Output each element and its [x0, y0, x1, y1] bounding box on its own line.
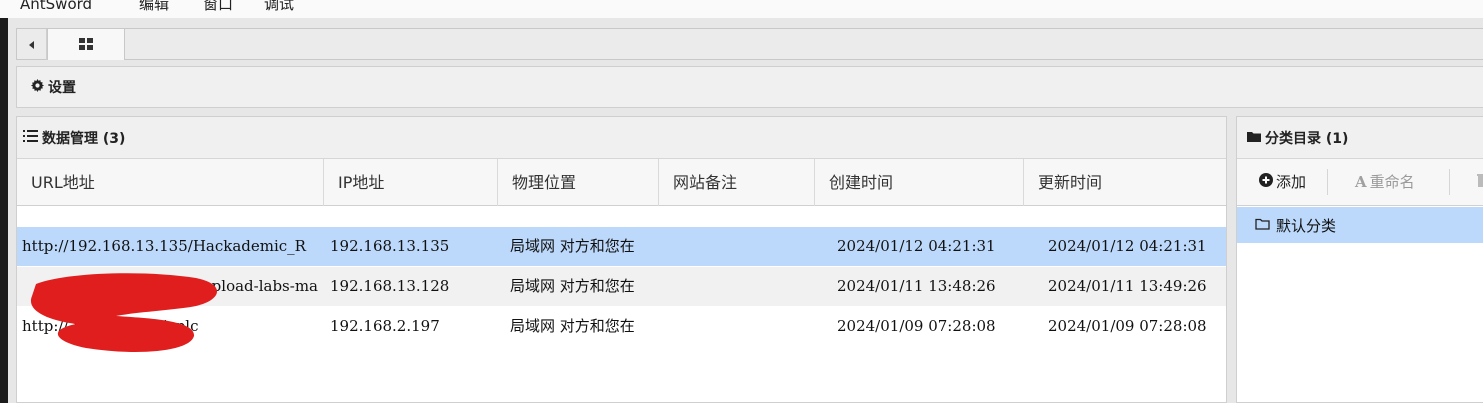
- menu-window[interactable]: 窗口: [203, 0, 233, 18]
- column-header-note[interactable]: 网站备注: [659, 159, 815, 206]
- cell-created: 2024/01/12 04:21:31: [837, 237, 996, 255]
- folder-outline-icon: [1255, 216, 1270, 234]
- cell-ip: 192.168.2.197: [330, 317, 440, 335]
- rename-category-label: 重命名: [1369, 173, 1415, 191]
- main-toolbar: 设置: [16, 66, 1483, 108]
- font-icon: A: [1355, 173, 1367, 191]
- menu-antsword[interactable]: AntSword: [20, 0, 92, 18]
- category-panel-title: 分类目录 (1): [1265, 130, 1349, 147]
- cell-ip: 192.168.13.135: [330, 237, 450, 255]
- settings-button[interactable]: 设置: [31, 67, 76, 107]
- menu-edit[interactable]: 编辑: [139, 0, 169, 18]
- category-item-default[interactable]: 默认分类: [1237, 207, 1483, 243]
- cell-created: 2024/01/11 13:48:26: [837, 277, 996, 295]
- cell-location: 局域网 对方和您在: [510, 237, 635, 255]
- rename-category-button[interactable]: A 重命名: [1355, 159, 1415, 206]
- cell-location: 局域网 对方和您在: [510, 317, 635, 335]
- data-management-panel: 数据管理 (3) URL地址 IP地址 物理位置 网站备注 创建时间 更新时间 …: [16, 116, 1227, 403]
- category-panel: 分类目录 (1) 添加 A 重命名 默认分类: [1236, 116, 1483, 403]
- window-left-edge: [0, 18, 8, 403]
- cell-created: 2024/01/09 07:28:08: [837, 317, 996, 335]
- cell-updated: 2024/01/12 04:21:31: [1048, 237, 1207, 255]
- add-category-button[interactable]: 添加: [1259, 159, 1306, 206]
- cell-note: [671, 227, 811, 266]
- data-panel-title: 数据管理 (3): [42, 130, 126, 147]
- column-header-url[interactable]: URL地址: [17, 159, 324, 206]
- category-panel-header: 分类目录 (1): [1237, 117, 1483, 159]
- toolbar-divider: [1449, 169, 1450, 195]
- cell-note: [671, 267, 811, 306]
- column-header-updated[interactable]: 更新时间: [1024, 159, 1227, 206]
- add-category-label: 添加: [1276, 173, 1307, 191]
- grid-header: URL地址 IP地址 物理位置 网站备注 创建时间 更新时间: [17, 159, 1226, 206]
- redaction-mark: [30, 273, 218, 352]
- caret-left-icon[interactable]: [17, 29, 47, 60]
- workspace: 设置 数据管理 (3) URL地址 IP地址 物理位置 网站备注 创建时间 更新…: [8, 18, 1483, 403]
- table-row[interactable]: http://192.168.13.135/Hackademic_R 192.1…: [17, 227, 1226, 266]
- category-item-label: 默认分类: [1276, 216, 1337, 235]
- cell-url: http://192.168.13.135/Hackademic_R: [22, 237, 306, 255]
- folder-icon: [1247, 130, 1261, 146]
- trash-icon: [1477, 173, 1483, 191]
- cell-note: [671, 307, 811, 346]
- antsword-window: AntSword 编辑 窗口 调试 设置 数据管理 (3) URL地址 IP地址…: [0, 0, 1483, 403]
- column-header-created[interactable]: 创建时间: [815, 159, 1024, 206]
- menu-bar: AntSword 编辑 窗口 调试: [0, 0, 1483, 18]
- toolbar-divider: [1327, 169, 1328, 195]
- data-panel-header: 数据管理 (3): [17, 117, 1226, 159]
- column-header-ip[interactable]: IP地址: [324, 159, 498, 206]
- cell-location: 局域网 对方和您在: [510, 277, 635, 295]
- gear-icon: [31, 78, 44, 96]
- cell-ip: 192.168.13.128: [330, 277, 450, 295]
- list-icon: [23, 129, 38, 146]
- plus-circle-icon: [1259, 159, 1273, 206]
- cell-updated: 2024/01/11 13:49:26: [1048, 277, 1207, 295]
- settings-label: 设置: [48, 80, 76, 96]
- tab-main[interactable]: [47, 28, 125, 60]
- delete-category-button[interactable]: [1477, 159, 1483, 206]
- category-toolbar: 添加 A 重命名: [1237, 159, 1483, 206]
- menu-debug[interactable]: 调试: [264, 0, 294, 18]
- grid-icon: [79, 35, 93, 54]
- column-header-location[interactable]: 物理位置: [498, 159, 659, 206]
- tab-bar: [16, 28, 1483, 60]
- cell-updated: 2024/01/09 07:28:08: [1048, 317, 1207, 335]
